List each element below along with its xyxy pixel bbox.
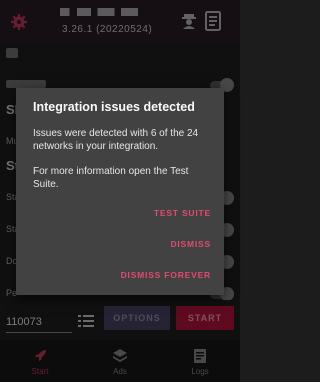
- dismiss-forever-button[interactable]: DISMISS FOREVER: [121, 270, 211, 280]
- dialog-title: Integration issues detected: [33, 100, 195, 114]
- dialog-hint: For more information open the Test Suite…: [33, 166, 189, 190]
- dialog-message: Issues were detected with 6 of the 24 ne…: [33, 128, 199, 152]
- dialog-body: Issues were detected with 6 of the 24 ne…: [33, 127, 213, 203]
- dismiss-button[interactable]: DISMISS: [170, 239, 211, 249]
- test-suite-button[interactable]: TEST SUITE: [154, 208, 211, 218]
- integration-issues-dialog: Integration issues detected Issues were …: [16, 88, 224, 295]
